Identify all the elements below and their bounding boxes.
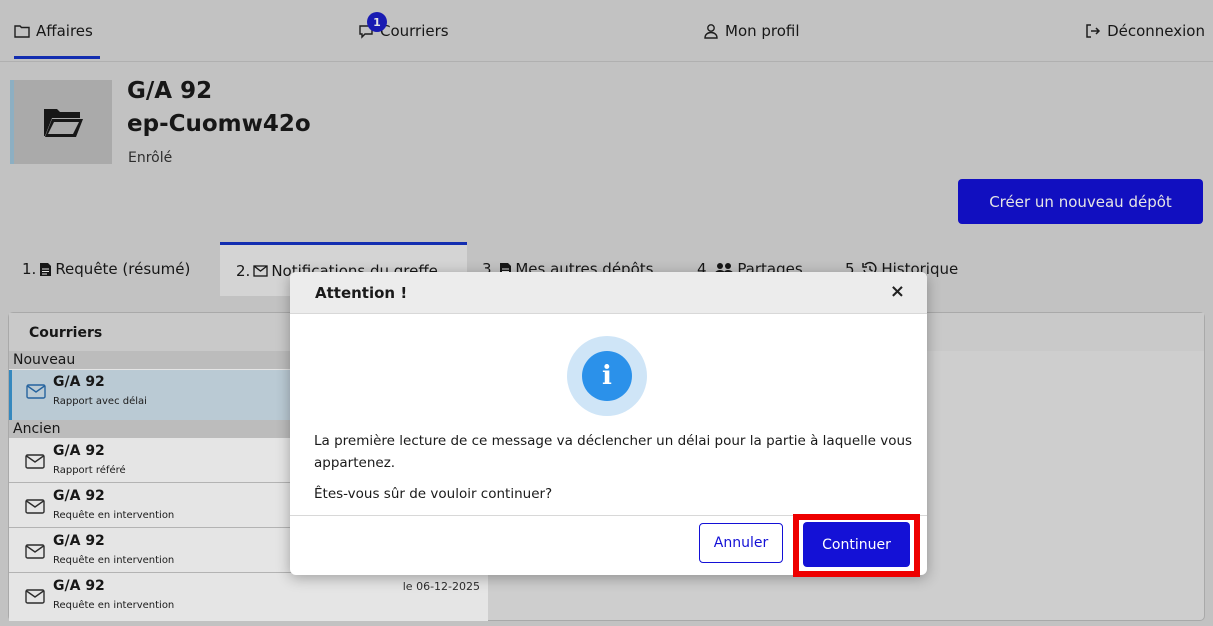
dialog-message: La première lecture de ce message va déc… bbox=[314, 433, 913, 471]
dialog-header: Attention ! × bbox=[290, 272, 927, 314]
continue-button[interactable]: Continuer bbox=[803, 522, 910, 567]
dialog-title: Attention ! bbox=[315, 284, 408, 302]
info-icon: i bbox=[567, 336, 647, 416]
info-glyph: i bbox=[582, 351, 632, 401]
dialog-question: Êtes-vous sûr de vouloir continuer? bbox=[314, 486, 553, 502]
close-icon[interactable]: × bbox=[890, 281, 905, 302]
cancel-button[interactable]: Annuler bbox=[699, 523, 783, 563]
